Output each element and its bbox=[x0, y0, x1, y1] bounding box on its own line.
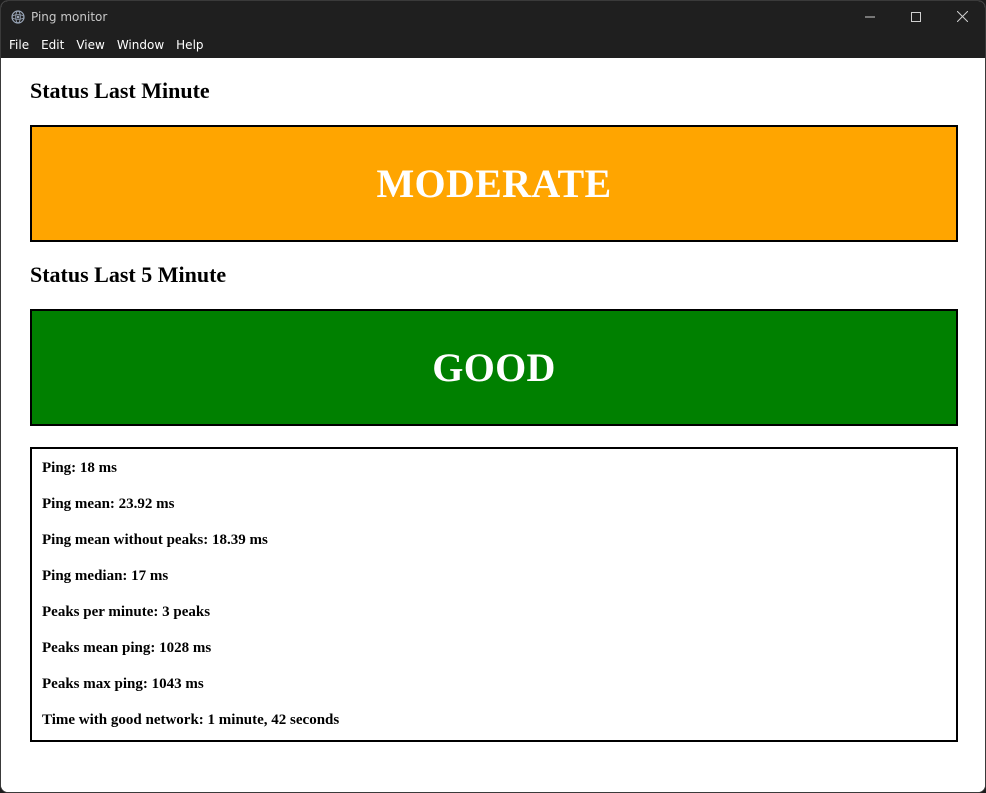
close-icon bbox=[956, 11, 968, 22]
menu-window[interactable]: Window bbox=[111, 32, 170, 58]
window-title: Ping monitor bbox=[31, 9, 108, 24]
stats-panel: Ping: 18 ms Ping mean: 23.92 ms Ping mea… bbox=[30, 447, 958, 742]
menu-edit[interactable]: Edit bbox=[35, 32, 70, 58]
minimize-icon bbox=[865, 16, 875, 17]
stat-time-good-network: Time with good network: 1 minute, 42 sec… bbox=[42, 712, 340, 728]
maximize-button[interactable] bbox=[893, 1, 939, 32]
maximize-icon bbox=[911, 11, 921, 22]
status-last-5-minute-title: Status Last 5 Minute bbox=[30, 262, 227, 287]
menu-help[interactable]: Help bbox=[170, 32, 209, 58]
stat-peaks-max-ping: Peaks max ping: 1043 ms bbox=[42, 676, 204, 692]
stat-ping: Ping: 18 ms bbox=[42, 460, 117, 476]
app-window: Ping monitor File Edit View Window Help … bbox=[0, 0, 986, 793]
stat-peaks-mean-ping: Peaks mean ping: 1028 ms bbox=[42, 640, 212, 656]
stat-peaks-per-minute: Peaks per minute: 3 peaks bbox=[42, 604, 211, 620]
main-content: Status Last Minute MODERATE Status Last … bbox=[1, 58, 985, 792]
status-last-minute-title: Status Last Minute bbox=[30, 78, 210, 103]
title-bar[interactable]: Ping monitor bbox=[1, 1, 985, 32]
status-last-5-minute-value: GOOD bbox=[432, 345, 556, 390]
stat-ping-mean-without-peaks: Ping mean without peaks: 18.39 ms bbox=[42, 532, 268, 548]
status-last-minute-box: MODERATE bbox=[30, 125, 958, 242]
stat-ping-mean: Ping mean: 23.92 ms bbox=[42, 496, 175, 512]
status-last-5-minute-box: GOOD bbox=[30, 309, 958, 426]
app-icon bbox=[11, 9, 25, 24]
menu-bar: File Edit View Window Help bbox=[1, 32, 985, 58]
menu-view[interactable]: View bbox=[70, 32, 110, 58]
close-button[interactable] bbox=[939, 1, 985, 32]
minimize-button[interactable] bbox=[847, 1, 893, 32]
status-last-minute-value: MODERATE bbox=[376, 161, 612, 206]
stat-ping-median: Ping median: 17 ms bbox=[42, 568, 169, 584]
menu-file[interactable]: File bbox=[3, 32, 35, 58]
